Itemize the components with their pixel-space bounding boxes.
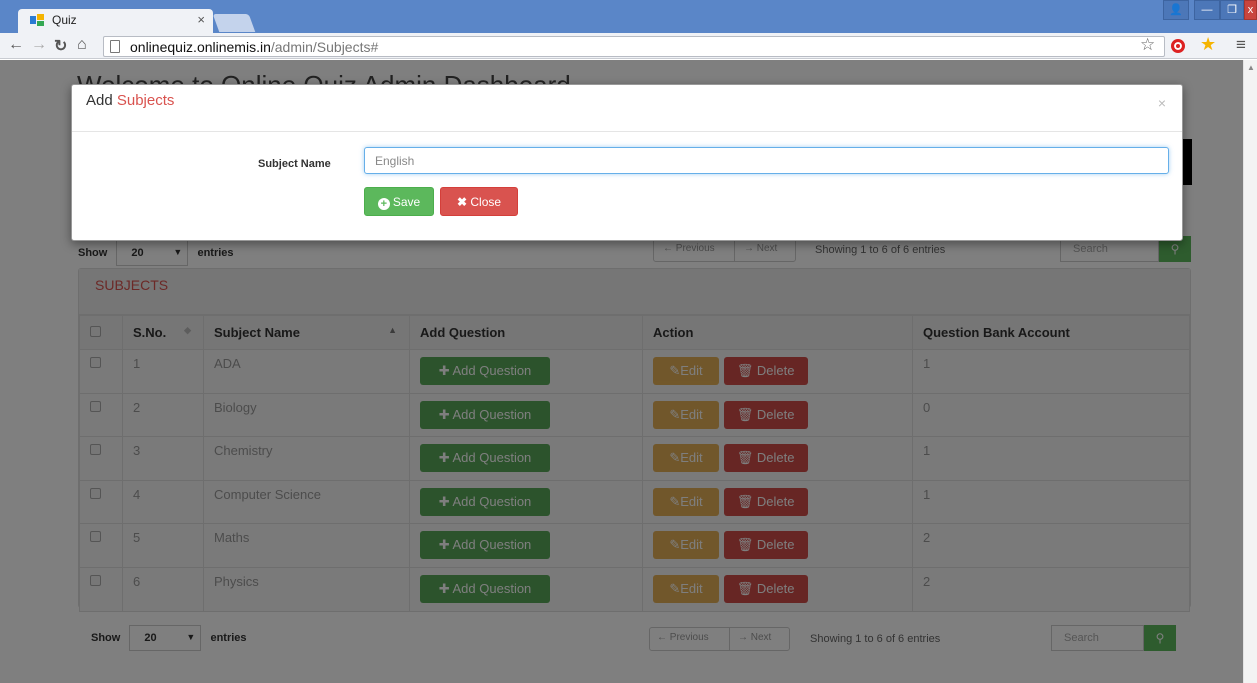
save-button[interactable]: + Save	[364, 187, 434, 216]
page-icon	[110, 40, 120, 53]
page-scrollbar[interactable]: ▲	[1243, 60, 1257, 683]
new-tab-button[interactable]	[212, 14, 256, 32]
home-icon[interactable]: ⌂	[77, 36, 87, 54]
modal-close-icon[interactable]: ×	[1158, 95, 1166, 111]
modal-header: Add Subjects ×	[72, 85, 1182, 132]
tab-close-icon[interactable]: ×	[197, 12, 205, 27]
browser-toolbar: ← → ↻ ⌂ onlinequiz.onlinemis.in/admin/Su…	[0, 33, 1257, 59]
page-viewport: Welcome to Online Quiz Admin Dashboard S…	[0, 60, 1257, 683]
back-arrow-icon[interactable]: ←	[8, 36, 24, 54]
window-maximize-button[interactable]: ❐	[1220, 0, 1244, 20]
subject-name-label: Subject Name	[258, 158, 331, 170]
menu-icon[interactable]: ≡	[1236, 35, 1246, 55]
scroll-up-arrow-icon[interactable]: ▲	[1247, 63, 1255, 72]
bookmark-star-icon[interactable]: ☆	[1140, 35, 1155, 55]
browser-tab[interactable]: Quiz ×	[18, 9, 213, 33]
forward-arrow-icon[interactable]: →	[31, 36, 47, 54]
reload-icon[interactable]: ↻	[54, 36, 67, 56]
close-x-icon: ✖	[456, 195, 468, 209]
tab-title: Quiz	[52, 13, 77, 27]
favorites-extension-icon[interactable]: ★	[1200, 34, 1216, 55]
subject-name-input[interactable]	[364, 147, 1169, 174]
window-user-icon[interactable]: 👤	[1163, 0, 1189, 20]
modal-title: Add Subjects	[86, 92, 175, 109]
adblock-extension-icon[interactable]	[1171, 39, 1185, 53]
url-text[interactable]: onlinequiz.onlinemis.in/admin/Subjects#	[130, 39, 378, 55]
add-subject-modal: Add Subjects × Subject Name +Save ✖ Clos…	[71, 84, 1183, 241]
address-bar[interactable]: onlinequiz.onlinemis.in/admin/Subjects#	[103, 36, 1165, 57]
window-close-button[interactable]: x	[1244, 0, 1257, 20]
browser-tabbar: Quiz × 👤 — ❐ x	[0, 0, 1257, 33]
window-minimize-button[interactable]: —	[1194, 0, 1220, 20]
plus-circle-icon: +	[377, 198, 390, 210]
quiz-favicon-icon	[30, 14, 44, 26]
close-button[interactable]: ✖ Close	[440, 187, 518, 216]
